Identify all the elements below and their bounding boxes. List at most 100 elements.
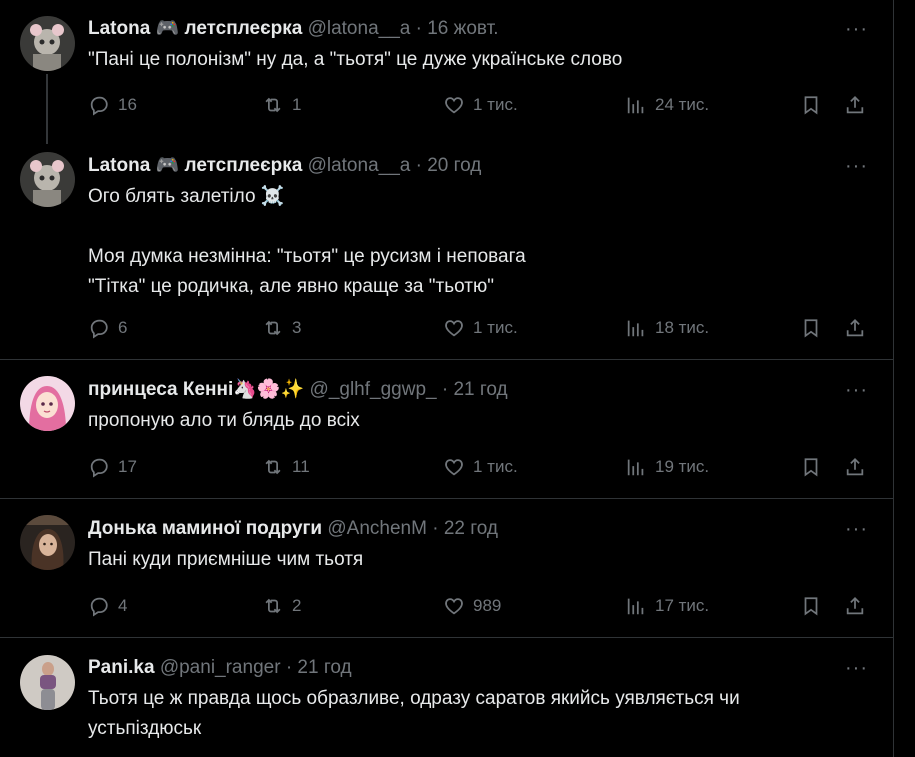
retweet-button[interactable]: 1 bbox=[262, 92, 301, 118]
avatar[interactable] bbox=[20, 16, 75, 71]
retweet-count: 1 bbox=[292, 95, 302, 114]
thread-line bbox=[46, 74, 48, 144]
tweet-header: Донька маминої подруги @AnchenM · 22 год bbox=[88, 517, 873, 541]
timestamp[interactable]: 20 год bbox=[427, 155, 481, 176]
retweet-button[interactable]: 3 bbox=[262, 315, 301, 341]
reply-icon bbox=[90, 319, 108, 339]
like-count: 1 тис. bbox=[473, 318, 518, 337]
author-name[interactable]: Pani.ka bbox=[88, 657, 155, 678]
retweet-count: 3 bbox=[292, 318, 302, 337]
more-options-icon[interactable]: ··· bbox=[845, 19, 867, 46]
views-button[interactable]: 17 тис. bbox=[625, 593, 709, 619]
like-button[interactable]: 1 тис. bbox=[443, 454, 518, 480]
like-count: 1 тис. bbox=[473, 95, 518, 114]
share-button[interactable] bbox=[844, 593, 866, 619]
author-handle[interactable]: @AnchenM bbox=[327, 518, 427, 539]
heart-icon bbox=[445, 598, 463, 615]
author-name[interactable]: Latona 🎮 летсплеєрка bbox=[88, 18, 302, 39]
reply-button[interactable]: 17 bbox=[88, 454, 137, 480]
reply-count: 4 bbox=[118, 596, 128, 615]
view-count: 19 тис. bbox=[655, 457, 710, 476]
tweet-text-line: устьпіздюськ bbox=[88, 718, 202, 739]
timestamp[interactable]: 21 год bbox=[453, 379, 507, 400]
analytics-icon bbox=[627, 97, 644, 114]
author-handle[interactable]: @latona__a bbox=[308, 18, 411, 39]
tweet[interactable]: Pani.ka @pani_ranger · 21 год ··· Тьотя … bbox=[0, 638, 893, 757]
heart-icon bbox=[445, 320, 463, 337]
share-button[interactable] bbox=[844, 315, 866, 341]
separator-dot: · bbox=[415, 155, 422, 176]
author-name[interactable]: Latona 🎮 летсплеєрка bbox=[88, 155, 302, 176]
retweet-count: 11 bbox=[292, 457, 310, 476]
separator-dot: · bbox=[415, 18, 422, 39]
bookmark-icon bbox=[804, 96, 818, 115]
analytics-icon bbox=[627, 598, 644, 615]
share-icon bbox=[846, 95, 864, 114]
retweet-count: 2 bbox=[292, 596, 302, 615]
timestamp[interactable]: 21 год bbox=[297, 657, 351, 678]
reply-button[interactable]: 4 bbox=[88, 593, 127, 619]
tweet-text: "Пані це полонізм" ну да, а "тьотя" це д… bbox=[88, 45, 863, 75]
bookmark-icon bbox=[804, 597, 818, 616]
views-button[interactable]: 19 тис. bbox=[625, 454, 709, 480]
tweet[interactable]: принцеса Кенні🦄🌸✨ @_glhf_ggwp_ · 21 год … bbox=[0, 360, 893, 499]
reply-count: 17 bbox=[118, 457, 137, 476]
action-bar: 17 11 1 тис. 19 тис. bbox=[88, 454, 873, 480]
retweet-icon bbox=[265, 320, 281, 336]
reply-button[interactable]: 16 bbox=[88, 92, 137, 118]
tweet-text: Пані куди приємніше чим тьотя bbox=[88, 545, 863, 575]
retweet-icon bbox=[265, 459, 281, 475]
like-button[interactable]: 989 bbox=[443, 593, 501, 619]
reply-button[interactable]: 6 bbox=[88, 315, 127, 341]
reply-icon bbox=[90, 597, 108, 617]
views-button[interactable]: 18 тис. bbox=[625, 315, 709, 341]
bookmark-button[interactable] bbox=[800, 593, 822, 619]
like-count: 989 bbox=[473, 596, 502, 615]
retweet-button[interactable]: 11 bbox=[262, 454, 310, 480]
view-count: 17 тис. bbox=[655, 596, 710, 615]
retweet-icon bbox=[265, 97, 281, 113]
tweet-text-line bbox=[88, 212, 863, 242]
like-button[interactable]: 1 тис. bbox=[443, 92, 518, 118]
more-options-icon[interactable]: ··· bbox=[845, 658, 867, 685]
more-options-icon[interactable]: ··· bbox=[845, 519, 867, 546]
author-handle[interactable]: @latona__a bbox=[308, 155, 411, 176]
author-name[interactable]: принцеса Кенні🦄🌸✨ bbox=[88, 379, 304, 400]
tweet-text-line: "Тітка" це родичка, але явно краще за "т… bbox=[88, 276, 494, 297]
author-handle[interactable]: @_glhf_ggwp_ bbox=[310, 379, 437, 400]
avatar[interactable] bbox=[20, 152, 75, 207]
avatar[interactable] bbox=[20, 515, 75, 570]
like-button[interactable]: 1 тис. bbox=[443, 315, 518, 341]
more-options-icon[interactable]: ··· bbox=[845, 380, 867, 407]
reply-count: 6 bbox=[118, 318, 128, 337]
timestamp[interactable]: 22 год bbox=[444, 518, 498, 539]
timeline-feed: Latona 🎮 летсплеєрка @latona__a · 16 жов… bbox=[0, 0, 894, 757]
separator-dot: · bbox=[432, 518, 439, 539]
author-handle[interactable]: @pani_ranger bbox=[160, 657, 281, 678]
bookmark-button[interactable] bbox=[800, 315, 822, 341]
more-options-icon[interactable]: ··· bbox=[845, 156, 867, 183]
tweet[interactable]: Донька маминої подруги @AnchenM · 22 год… bbox=[0, 499, 893, 638]
tweet-text-line: Моя думка незмінна: "тьотя" це русизм і … bbox=[88, 246, 526, 267]
tweet-text: пропоную ало ти блядь до всіх bbox=[88, 406, 863, 436]
tweet[interactable]: Latona 🎮 летсплеєрка @latona__a · 16 жов… bbox=[0, 0, 893, 150]
bookmark-button[interactable] bbox=[800, 454, 822, 480]
share-icon bbox=[846, 457, 864, 476]
bookmark-icon bbox=[804, 458, 818, 477]
author-name[interactable]: Донька маминої подруги bbox=[88, 518, 322, 539]
avatar[interactable] bbox=[20, 376, 75, 431]
share-button[interactable] bbox=[844, 454, 866, 480]
views-button[interactable]: 24 тис. bbox=[625, 92, 709, 118]
retweet-button[interactable]: 2 bbox=[262, 593, 301, 619]
reply-icon bbox=[90, 96, 108, 116]
bookmark-icon bbox=[804, 319, 818, 338]
bookmark-button[interactable] bbox=[800, 92, 822, 118]
share-button[interactable] bbox=[844, 92, 866, 118]
tweet[interactable]: Latona 🎮 летсплеєрка @latona__a · 20 год… bbox=[0, 150, 893, 360]
timestamp[interactable]: 16 жовт. bbox=[427, 18, 498, 39]
reply-icon bbox=[90, 458, 108, 478]
action-bar: 4 2 989 17 тис. bbox=[88, 593, 873, 619]
separator-dot: · bbox=[285, 657, 293, 678]
tweet-text-line: Ого блять залетіло ☠️ bbox=[88, 186, 285, 207]
avatar[interactable] bbox=[20, 655, 75, 710]
